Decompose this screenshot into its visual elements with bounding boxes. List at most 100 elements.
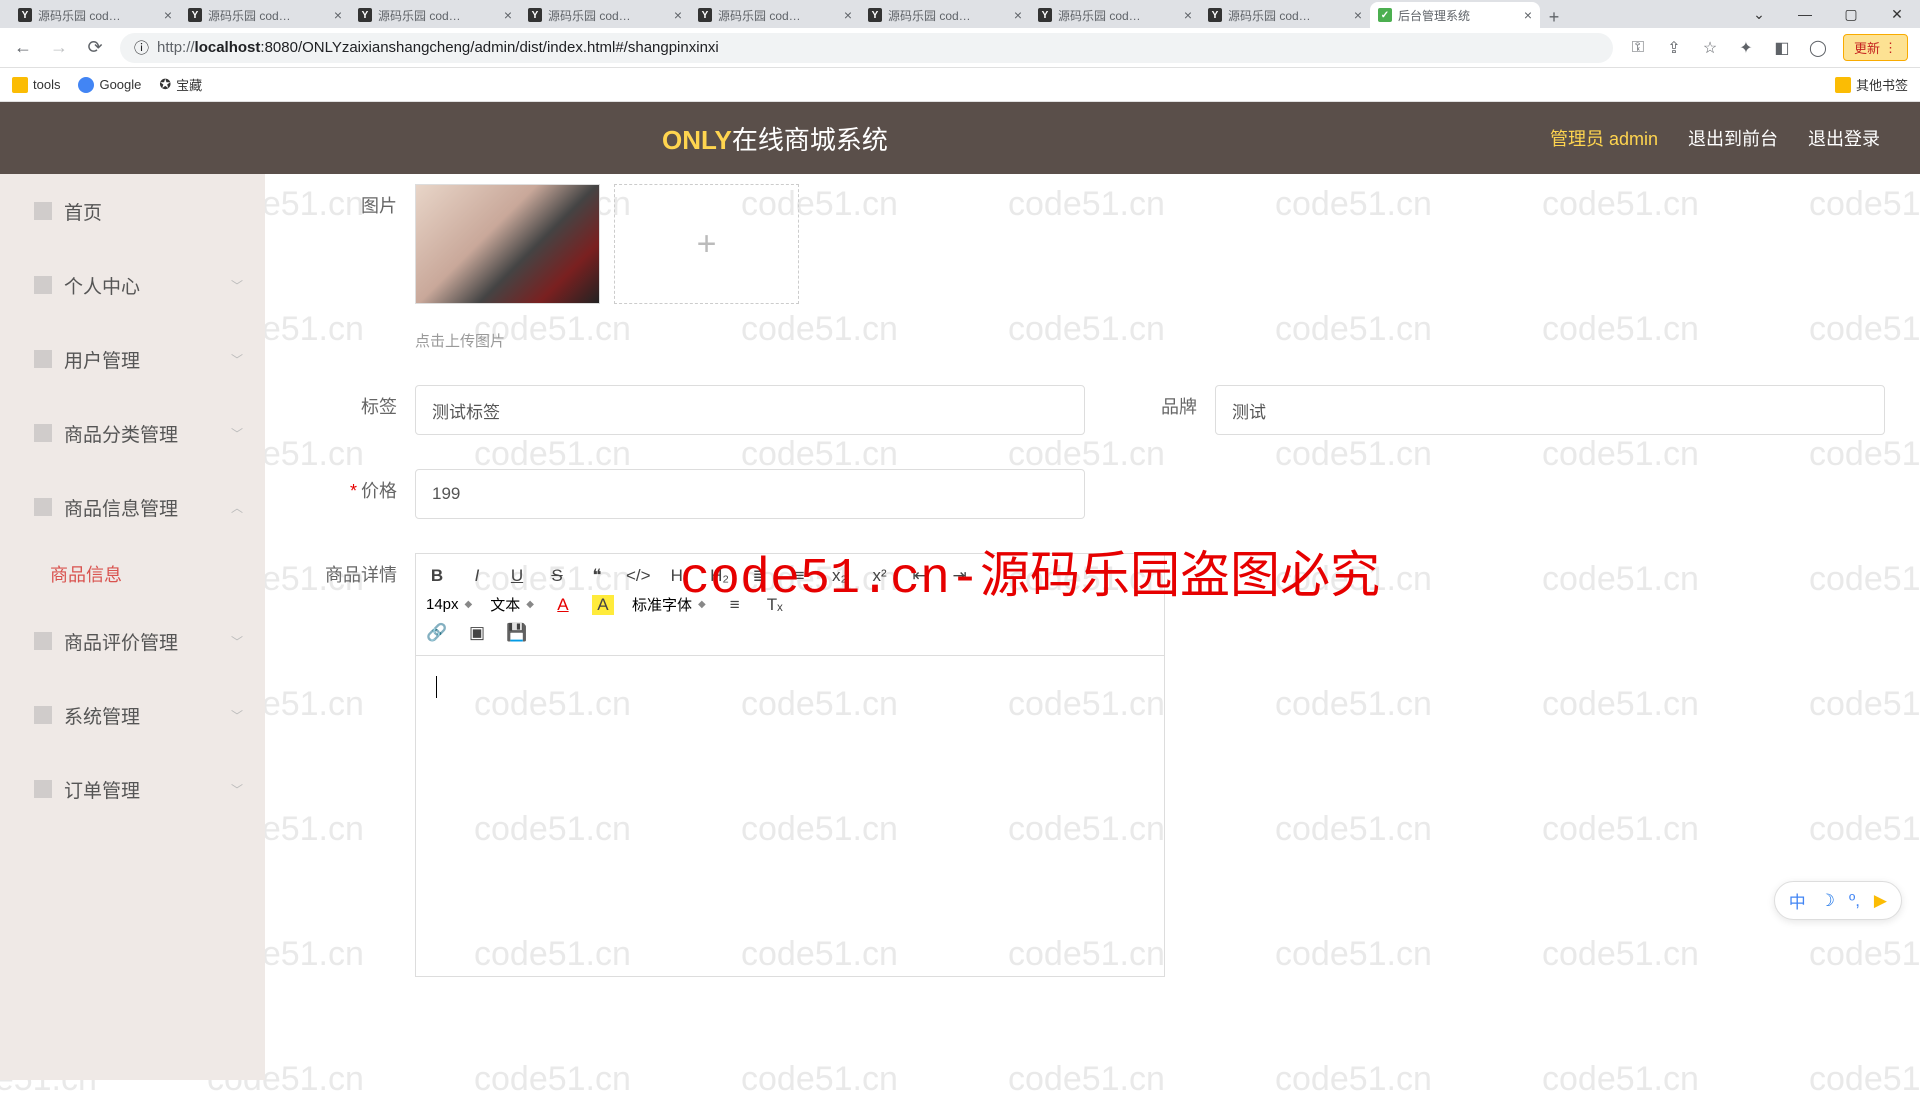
reload-icon[interactable]: ⟳ xyxy=(84,37,106,58)
code-button[interactable]: </> xyxy=(626,566,651,586)
star-icon[interactable]: ☆ xyxy=(1699,38,1721,58)
info-icon: ⓘ xyxy=(134,37,149,58)
sidepanel-icon[interactable]: ◧ xyxy=(1771,38,1793,58)
sidebar-item-system[interactable]: 系统管理﹀ xyxy=(0,678,265,752)
admin-label[interactable]: 管理员 admin xyxy=(1550,125,1658,151)
quote-button[interactable]: ❝ xyxy=(586,566,608,586)
italic-button[interactable]: I xyxy=(466,566,488,586)
ime-zh-icon[interactable]: 中 xyxy=(1789,888,1806,913)
indent-button[interactable]: ⇥ xyxy=(949,566,971,586)
chevron-down-icon: ﹀ xyxy=(231,707,243,724)
save-button[interactable]: 💾 xyxy=(506,623,528,643)
forward-icon[interactable]: → xyxy=(48,37,70,58)
sidebar-item-category[interactable]: 商品分类管理﹀ xyxy=(0,396,265,470)
uploaded-image-thumb[interactable] xyxy=(415,184,600,304)
tab-2[interactable]: Y源码乐园 cod…× xyxy=(350,2,520,28)
bookmark-baozang[interactable]: ✪宝藏 xyxy=(159,75,202,94)
app-title: ONLY在线商城系统 xyxy=(0,120,1550,157)
sidebar-subitem-product-info[interactable]: 商品信息 xyxy=(0,544,265,604)
logout-link[interactable]: 退出登录 xyxy=(1808,125,1880,151)
block-type-select[interactable]: 文本◆ xyxy=(490,594,534,615)
close-icon: × xyxy=(1354,7,1362,23)
category-icon xyxy=(34,424,52,442)
link-button[interactable]: 🔗 xyxy=(426,623,448,643)
text-color-button[interactable]: A xyxy=(552,595,574,615)
order-icon xyxy=(34,780,52,798)
tab-7[interactable]: Y源码乐园 cod…× xyxy=(1200,2,1370,28)
key-icon[interactable]: ⚿ xyxy=(1627,39,1649,57)
product-icon xyxy=(34,498,52,516)
tab-3[interactable]: Y源码乐园 cod…× xyxy=(520,2,690,28)
main-form: 图片 + 点击上传图片 标签 品牌 xyxy=(265,174,1920,1080)
brand-label: 品牌 xyxy=(1145,385,1215,419)
tag-input[interactable] xyxy=(415,385,1085,435)
underline-button[interactable]: U xyxy=(506,566,528,586)
back-icon[interactable]: ← xyxy=(12,37,34,58)
tab-5[interactable]: Y源码乐园 cod…× xyxy=(860,2,1030,28)
align-button[interactable]: ≡ xyxy=(724,595,746,615)
to-front-link[interactable]: 退出到前台 xyxy=(1688,125,1778,151)
profile-icon[interactable]: ◯ xyxy=(1807,38,1829,58)
user-icon xyxy=(34,276,52,294)
tab-4[interactable]: Y源码乐园 cod…× xyxy=(690,2,860,28)
price-input[interactable] xyxy=(415,469,1085,519)
sidebar-item-orders[interactable]: 订单管理﹀ xyxy=(0,752,265,826)
sidebar-item-product-info[interactable]: 商品信息管理︿ xyxy=(0,470,265,544)
font-family-select[interactable]: 标准字体◆ xyxy=(632,594,706,615)
users-icon xyxy=(34,350,52,368)
close-icon: × xyxy=(1014,7,1022,23)
h1-button[interactable]: H₁ xyxy=(669,566,691,586)
update-button[interactable]: 更新 ⋮ xyxy=(1843,34,1908,61)
brand-input[interactable] xyxy=(1215,385,1885,435)
maximize-icon[interactable]: ▢ xyxy=(1828,0,1874,28)
bookmark-other[interactable]: 其他书签 xyxy=(1835,75,1908,94)
close-window-icon[interactable]: ✕ xyxy=(1874,0,1920,28)
clear-format-button[interactable]: Tₓ xyxy=(764,595,786,615)
close-icon: × xyxy=(504,7,512,23)
sidebar-item-reviews[interactable]: 商品评价管理﹀ xyxy=(0,604,265,678)
tab-1[interactable]: Y源码乐园 cod…× xyxy=(180,2,350,28)
outdent-button[interactable]: ⇤ xyxy=(909,566,931,586)
tab-6[interactable]: Y源码乐园 cod…× xyxy=(1030,2,1200,28)
h2-button[interactable]: H₂ xyxy=(709,566,731,586)
chevron-up-icon: ︿ xyxy=(231,499,243,516)
close-icon: × xyxy=(334,7,342,23)
chevron-down-icon: ﹀ xyxy=(231,351,243,368)
plus-icon: + xyxy=(697,225,717,264)
editor-body[interactable] xyxy=(416,656,1164,976)
sidebar-item-profile[interactable]: 个人中心﹀ xyxy=(0,248,265,322)
tab-strip: Y源码乐园 cod…× Y源码乐园 cod…× Y源码乐园 cod…× Y源码乐… xyxy=(0,0,1920,28)
tab-0[interactable]: Y源码乐园 cod…× xyxy=(10,2,180,28)
tab-8[interactable]: ✓后台管理系统× xyxy=(1370,2,1540,28)
minimize-icon[interactable]: — xyxy=(1782,0,1828,28)
share-icon[interactable]: ⇪ xyxy=(1663,38,1685,58)
chevron-down-icon[interactable]: ⌄ xyxy=(1736,0,1782,28)
add-image-button[interactable]: + xyxy=(614,184,799,304)
ol-button[interactable]: ≣ xyxy=(749,566,771,586)
chevron-down-icon: ﹀ xyxy=(231,781,243,798)
chevron-down-icon: ﹀ xyxy=(231,633,243,650)
sidebar-item-home[interactable]: 首页 xyxy=(0,174,265,248)
sidebar-item-users[interactable]: 用户管理﹀ xyxy=(0,322,265,396)
arrow-right-icon[interactable]: ▶ xyxy=(1874,891,1887,911)
ime-punct-icon[interactable]: º, xyxy=(1849,891,1860,911)
ime-toolbar[interactable]: 中 ☽ º, ▶ xyxy=(1774,881,1902,920)
superscript-button[interactable]: x² xyxy=(869,566,891,586)
ul-button[interactable]: ≡ xyxy=(789,566,811,586)
subscript-button[interactable]: x₂ xyxy=(829,566,851,586)
bookmark-google[interactable]: Google xyxy=(78,77,141,93)
new-tab-button[interactable]: + xyxy=(1540,7,1568,28)
tag-label: 标签 xyxy=(325,385,415,419)
extensions-icon[interactable]: ✦ xyxy=(1735,38,1757,58)
bookmark-tools[interactable]: tools xyxy=(12,77,60,93)
url-input[interactable]: ⓘ http://localhost:8080/ONLYzaixianshang… xyxy=(120,33,1613,63)
moon-icon[interactable]: ☽ xyxy=(1820,891,1835,911)
strike-button[interactable]: S xyxy=(546,566,568,586)
image-button[interactable]: ▣ xyxy=(466,623,488,643)
font-size-select[interactable]: 14px◆ xyxy=(426,596,472,613)
close-icon: × xyxy=(1184,7,1192,23)
bg-color-button[interactable]: A xyxy=(592,595,614,615)
bold-button[interactable]: B xyxy=(426,566,448,586)
upload-hint: 点击上传图片 xyxy=(415,330,505,351)
chevron-down-icon: ﹀ xyxy=(231,277,243,294)
